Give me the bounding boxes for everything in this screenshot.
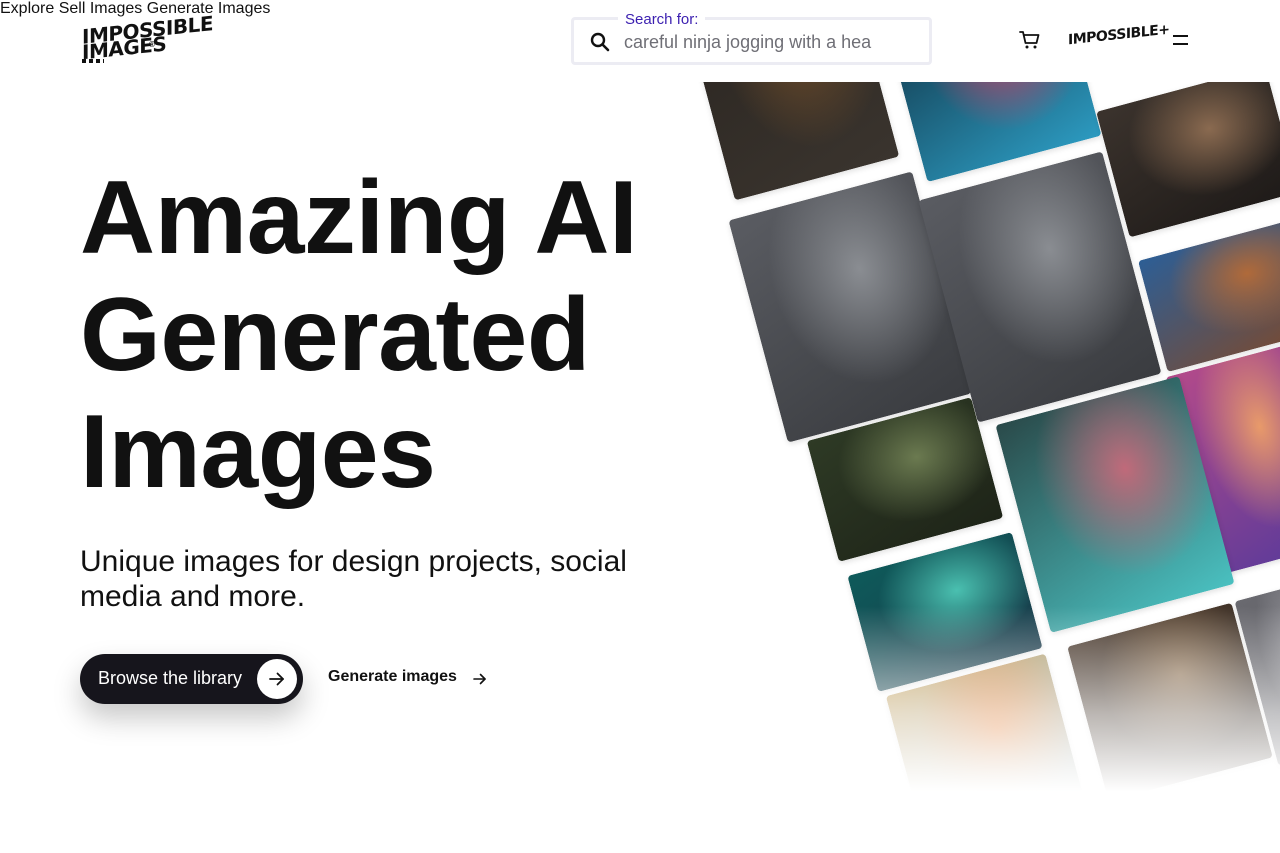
generate-images-link[interactable]: Generate images (328, 668, 486, 690)
arrow-right-icon (257, 659, 297, 699)
jar-hot-air-balloon-image[interactable] (885, 653, 1090, 853)
canyon-landscape-image[interactable] (1138, 216, 1280, 373)
hero-subtitle: Unique images for design projects, socia… (80, 545, 627, 613)
logo-dots (82, 59, 104, 63)
hamburger-menu-icon[interactable] (1173, 33, 1190, 47)
image-collage (660, 82, 1280, 853)
search-icon[interactable] (590, 32, 610, 52)
hero-title-line-3: Images (80, 394, 436, 510)
nav-explore[interactable]: Explore (0, 0, 54, 17)
browse-library-button[interactable]: Browse the library (80, 654, 303, 704)
hero-title-line-2: Generated (80, 277, 590, 393)
search-input[interactable] (624, 30, 914, 54)
impossible-images-logo[interactable]: IMPOSSIBLE IMAGES ® (82, 11, 213, 66)
search-box[interactable]: Search for: (571, 11, 932, 65)
generate-images-label: Generate images (328, 668, 457, 685)
impossible-plus-logo[interactable]: IMPOSSIBLE+ (1068, 22, 1169, 49)
search-label: Search for: (618, 11, 706, 28)
browse-library-label: Browse the library (98, 668, 243, 688)
hero-title: Amazing AI Generated Images (80, 160, 720, 511)
logo-registered-mark: ® (149, 40, 155, 49)
butterfly-closeup-image[interactable] (1096, 82, 1280, 238)
arrow-right-icon (473, 673, 486, 685)
hero-title-line-1: Amazing AI (80, 160, 638, 276)
cart-icon[interactable] (1019, 30, 1041, 50)
site-header: IMPOSSIBLE IMAGES ® Explore Sell Images … (0, 0, 1280, 82)
